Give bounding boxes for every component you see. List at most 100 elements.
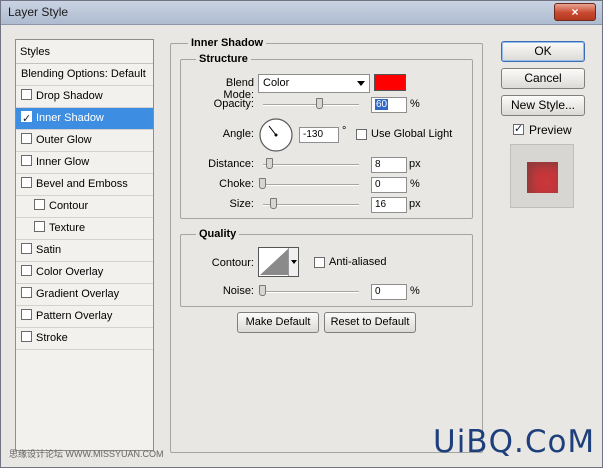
style-item-checkbox[interactable] xyxy=(21,287,32,298)
style-item-checkbox[interactable] xyxy=(21,155,32,166)
angle-unit: ° xyxy=(342,125,347,137)
style-item-label: Stroke xyxy=(36,332,68,344)
style-item[interactable]: Bevel and Emboss xyxy=(16,174,153,196)
preview-swatch xyxy=(527,162,558,193)
style-item[interactable]: Inner Shadow xyxy=(16,108,153,130)
watermark-left: 思缘设计论坛 WWW.MISSYUAN.COM xyxy=(9,449,164,459)
choke-label: Choke: xyxy=(219,178,254,190)
size-slider-track[interactable] xyxy=(263,204,359,206)
choke-value: 0 xyxy=(375,179,381,190)
size-label: Size: xyxy=(229,198,254,210)
choke-slider-thumb[interactable] xyxy=(259,178,266,189)
reset-to-default-button[interactable]: Reset to Default xyxy=(324,312,416,333)
title-bar[interactable]: Layer Style × xyxy=(1,1,602,25)
window-title: Layer Style xyxy=(8,5,69,19)
use-global-light-checkbox[interactable] xyxy=(356,129,367,140)
layer-style-dialog: Layer Style × Styles Blending Options: D… xyxy=(0,0,603,468)
opacity-unit: % xyxy=(410,98,420,110)
new-style-button[interactable]: New Style... xyxy=(501,95,585,116)
choke-input[interactable]: 0 xyxy=(371,177,407,193)
preview-thumbnail xyxy=(510,144,574,208)
noise-label: Noise: xyxy=(222,285,254,297)
contour-picker[interactable] xyxy=(258,247,299,277)
style-item[interactable]: Color Overlay xyxy=(16,262,153,284)
distance-label: Distance: xyxy=(208,158,254,170)
size-value: 16 xyxy=(375,199,387,210)
opacity-label: Opacity: xyxy=(213,98,254,110)
make-default-button[interactable]: Make Default xyxy=(237,312,319,333)
use-global-light-label: Use Global Light xyxy=(371,128,453,140)
anti-aliased-checkbox[interactable] xyxy=(314,257,325,268)
style-item-checkbox[interactable] xyxy=(21,177,32,188)
style-item[interactable]: Satin xyxy=(16,240,153,262)
style-item[interactable]: Drop Shadow xyxy=(16,86,153,108)
style-item[interactable]: Contour xyxy=(16,196,153,218)
angle-dial[interactable] xyxy=(258,117,294,153)
style-item[interactable]: Inner Glow xyxy=(16,152,153,174)
choke-unit: % xyxy=(410,178,420,190)
watermark-right: UiBQ.CoM xyxy=(433,424,596,460)
quality-title: Quality xyxy=(196,228,240,240)
noise-input[interactable]: 0 xyxy=(371,284,407,300)
blend-color-swatch[interactable] xyxy=(374,74,406,91)
style-item-label: Pattern Overlay xyxy=(36,310,113,322)
styles-items: Blending Options: Default Drop Shadow Inne… xyxy=(16,64,153,350)
choke-slider-track[interactable] xyxy=(263,184,359,186)
size-input[interactable]: 16 xyxy=(371,197,407,213)
style-item[interactable]: Texture xyxy=(16,218,153,240)
style-item-checkbox[interactable] xyxy=(34,199,45,210)
style-item-label: Satin xyxy=(36,244,62,256)
blend-mode-select[interactable]: Color xyxy=(258,74,370,93)
preview-checkbox[interactable] xyxy=(513,122,524,135)
preview-label: Preview xyxy=(529,123,572,137)
opacity-slider-thumb[interactable] xyxy=(316,98,323,109)
size-unit: px xyxy=(409,198,421,210)
cancel-button[interactable]: Cancel xyxy=(501,68,585,89)
close-button[interactable]: × xyxy=(554,3,596,21)
opacity-input[interactable]: 60 xyxy=(371,97,407,113)
style-item-checkbox[interactable] xyxy=(21,89,32,100)
contour-dropdown-arrow[interactable] xyxy=(288,248,298,276)
opacity-slider-track[interactable] xyxy=(263,104,359,106)
distance-slider-track[interactable] xyxy=(263,164,359,166)
style-item-label: Contour xyxy=(49,200,89,212)
style-item-checkbox[interactable] xyxy=(21,133,32,144)
size-slider-thumb[interactable] xyxy=(270,198,277,209)
distance-slider-thumb[interactable] xyxy=(266,158,273,169)
style-item-label: Bevel and Emboss xyxy=(36,178,128,190)
style-item-checkbox[interactable] xyxy=(21,265,32,276)
noise-unit: % xyxy=(410,285,420,297)
style-item-label: Color Overlay xyxy=(36,266,104,278)
distance-input[interactable]: 8 xyxy=(371,157,407,173)
angle-value: -130 xyxy=(303,129,324,140)
noise-value: 0 xyxy=(375,286,381,297)
style-item-label: Outer Glow xyxy=(36,134,92,146)
style-item[interactable]: Gradient Overlay xyxy=(16,284,153,306)
style-item-label: Inner Shadow xyxy=(36,112,104,124)
blend-mode-value: Color xyxy=(263,77,290,89)
style-item-checkbox[interactable] xyxy=(21,331,32,342)
style-item-label: Texture xyxy=(49,222,86,234)
style-item[interactable]: Pattern Overlay xyxy=(16,306,153,328)
style-item-label: Blending Options: Default xyxy=(21,68,146,80)
noise-slider-track[interactable] xyxy=(263,291,359,293)
style-item-checkbox[interactable] xyxy=(34,221,45,232)
style-item[interactable]: Blending Options: Default xyxy=(16,64,153,86)
angle-input[interactable]: -130 xyxy=(299,127,339,143)
style-item-checkbox[interactable] xyxy=(21,243,32,254)
inner-shadow-title: Inner Shadow xyxy=(188,37,267,49)
angle-label: Angle: xyxy=(222,128,254,140)
anti-aliased-label: Anti-aliased xyxy=(329,256,387,268)
style-item[interactable]: Outer Glow xyxy=(16,130,153,152)
noise-slider-thumb[interactable] xyxy=(259,285,266,296)
style-item-label: Gradient Overlay xyxy=(36,288,120,300)
style-item-checkbox[interactable] xyxy=(21,109,32,130)
ok-button[interactable]: OK xyxy=(501,41,585,62)
style-item-checkbox[interactable] xyxy=(21,309,32,320)
styles-list: Styles Blending Options: Default Drop Sha… xyxy=(15,39,154,451)
styles-header: Styles xyxy=(16,40,153,64)
contour-preview-icon xyxy=(260,249,288,275)
style-item[interactable]: Stroke xyxy=(16,328,153,350)
distance-unit: px xyxy=(409,158,421,170)
chevron-down-icon xyxy=(291,260,297,264)
